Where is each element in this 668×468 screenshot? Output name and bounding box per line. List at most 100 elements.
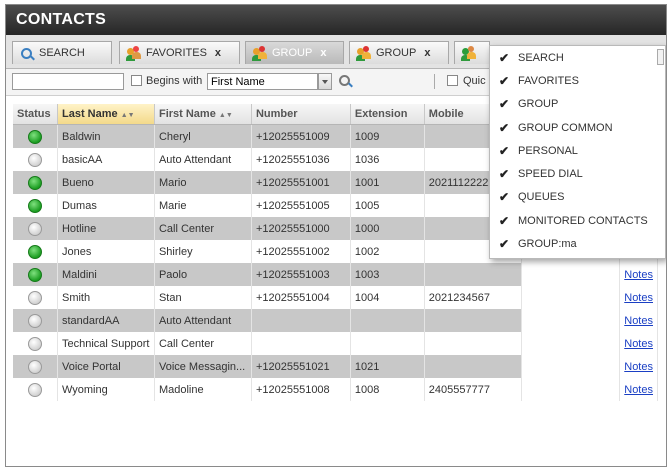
status-online-icon	[27, 244, 42, 259]
search-icon	[19, 46, 34, 61]
tab-group-2-close-icon[interactable]: x	[424, 47, 430, 59]
table-row[interactable]: Technical Support Call Center Notes	[13, 332, 658, 355]
tab-group-2[interactable]: GROUP x	[349, 41, 449, 64]
status-offline-icon	[27, 313, 42, 328]
column-extension[interactable]: Extension	[350, 104, 425, 125]
cell-number: +12025551005	[251, 194, 351, 217]
checkmark-icon: ✔	[498, 167, 510, 182]
menu-item[interactable]: ✔ GROUP COMMON	[490, 116, 665, 139]
sort-icon: ▲▼	[120, 112, 135, 119]
menu-item[interactable]: ✔ GROUP	[490, 93, 665, 116]
cell-notes: Notes	[619, 378, 658, 401]
notes-link[interactable]: Notes	[624, 269, 653, 281]
column-status[interactable]: Status	[13, 104, 58, 125]
search-field-select[interactable]	[207, 73, 318, 90]
cell-last: Wyoming	[57, 378, 155, 401]
cell-status	[13, 355, 58, 378]
status-online-icon	[27, 198, 42, 213]
search-button[interactable]	[339, 75, 350, 89]
cell-first: Marie	[154, 194, 252, 217]
tab-favorites-label: FAVORITES	[146, 47, 207, 59]
cell-extra	[521, 378, 621, 401]
cell-first: Call Center	[154, 217, 252, 240]
quick-checkbox[interactable]	[447, 75, 458, 86]
menu-item[interactable]: ✔ PERSONAL	[490, 139, 665, 162]
notes-link[interactable]: Notes	[624, 384, 653, 396]
scrollbar-stub[interactable]	[657, 49, 664, 65]
cell-extra	[521, 263, 621, 286]
status-online-icon	[27, 129, 42, 144]
group-icon	[461, 45, 476, 61]
notes-link[interactable]: Notes	[624, 292, 653, 304]
notes-link[interactable]: Notes	[624, 315, 653, 327]
menu-item[interactable]: ✔ FAVORITES	[490, 69, 665, 92]
cell-last: Bueno	[57, 171, 155, 194]
begins-with-checkbox[interactable]	[131, 75, 142, 86]
cell-ext: 1036	[350, 148, 425, 171]
status-offline-icon	[27, 221, 42, 236]
tab-visibility-menu: ✔ SEARCH ✔ FAVORITES ✔ GROUP ✔ GROUP COMMON ✔ PER…	[489, 45, 666, 259]
cell-ext: 1009	[350, 124, 425, 148]
column-last-name[interactable]: Last Name ▲▼	[57, 104, 155, 125]
cell-extra	[521, 286, 621, 309]
cell-first: Call Center	[154, 332, 252, 355]
status-online-icon	[27, 267, 42, 282]
cell-number: +12025551000	[251, 217, 351, 240]
table-row[interactable]: standardAA Auto Attendant Notes	[13, 309, 658, 332]
cell-number	[251, 332, 351, 355]
tab-search[interactable]: SEARCH	[12, 41, 112, 64]
menu-item-label: GROUP:ma	[518, 238, 577, 251]
column-number[interactable]: Number	[251, 104, 351, 125]
menu-item-label: QUEUES	[518, 191, 565, 204]
cell-number: +12025551008	[251, 378, 351, 401]
cell-first: Mario	[154, 171, 252, 194]
cell-status	[13, 194, 58, 217]
table-row[interactable]: Wyoming Madoline +12025551008 1008 240555777…	[13, 378, 658, 401]
notes-link[interactable]: Notes	[624, 338, 653, 350]
cell-last: Hotline	[57, 217, 155, 240]
chevron-down-icon[interactable]	[318, 73, 332, 90]
cell-last: Jones	[57, 240, 155, 263]
menu-item[interactable]: ✔ QUEUES	[490, 186, 665, 209]
notes-link[interactable]: Notes	[624, 361, 653, 373]
group-icon	[356, 45, 371, 61]
tab-favorites-close-icon[interactable]: x	[215, 47, 221, 59]
table-row[interactable]: Maldini Paolo +12025551003 1003 Notes	[13, 263, 658, 286]
cell-status	[13, 263, 58, 286]
cell-mobile	[424, 332, 522, 355]
cell-ext	[350, 309, 425, 332]
menu-item[interactable]: ✔ MONITORED CONTACTS	[490, 209, 665, 232]
column-last-name-label: Last Name	[61, 108, 118, 120]
cell-status	[13, 309, 58, 332]
cell-status	[13, 217, 58, 240]
cell-number: +12025551004	[251, 286, 351, 309]
table-row[interactable]: Voice Portal Voice Messagin... +1202555102…	[13, 355, 658, 378]
cell-ext: 1005	[350, 194, 425, 217]
tab-more[interactable]	[454, 41, 490, 64]
search-input[interactable]	[12, 73, 124, 90]
cell-mobile	[424, 309, 522, 332]
cell-last: Voice Portal	[57, 355, 155, 378]
cell-number: +12025551001	[251, 171, 351, 194]
group-icon	[252, 45, 267, 61]
cell-last: basicAA	[57, 148, 155, 171]
menu-item-label: SPEED DIAL	[518, 168, 583, 181]
tab-group-close-icon[interactable]: x	[320, 47, 326, 59]
cell-number: +12025551002	[251, 240, 351, 263]
menu-item[interactable]: ✔ SEARCH	[490, 46, 665, 69]
column-first-name[interactable]: First Name ▲▼	[154, 104, 252, 125]
tab-favorites[interactable]: FAVORITES x	[119, 41, 240, 64]
checkmark-icon: ✔	[498, 213, 510, 228]
checkmark-icon: ✔	[498, 50, 510, 65]
cell-status	[13, 148, 58, 171]
table-row[interactable]: Smith Stan +12025551004 1004 2021234567 Notes	[13, 286, 658, 309]
menu-item-label: PERSONAL	[518, 144, 578, 157]
cell-first: Shirley	[154, 240, 252, 263]
cell-first: Auto Attendant	[154, 148, 252, 171]
menu-item[interactable]: ✔ SPEED DIAL	[490, 162, 665, 185]
cell-number	[251, 309, 351, 332]
menu-item[interactable]: ✔ GROUP:ma	[490, 232, 665, 255]
status-offline-icon	[27, 152, 42, 167]
cell-first: Madoline	[154, 378, 252, 401]
tab-group-active[interactable]: GROUP x	[245, 41, 344, 64]
